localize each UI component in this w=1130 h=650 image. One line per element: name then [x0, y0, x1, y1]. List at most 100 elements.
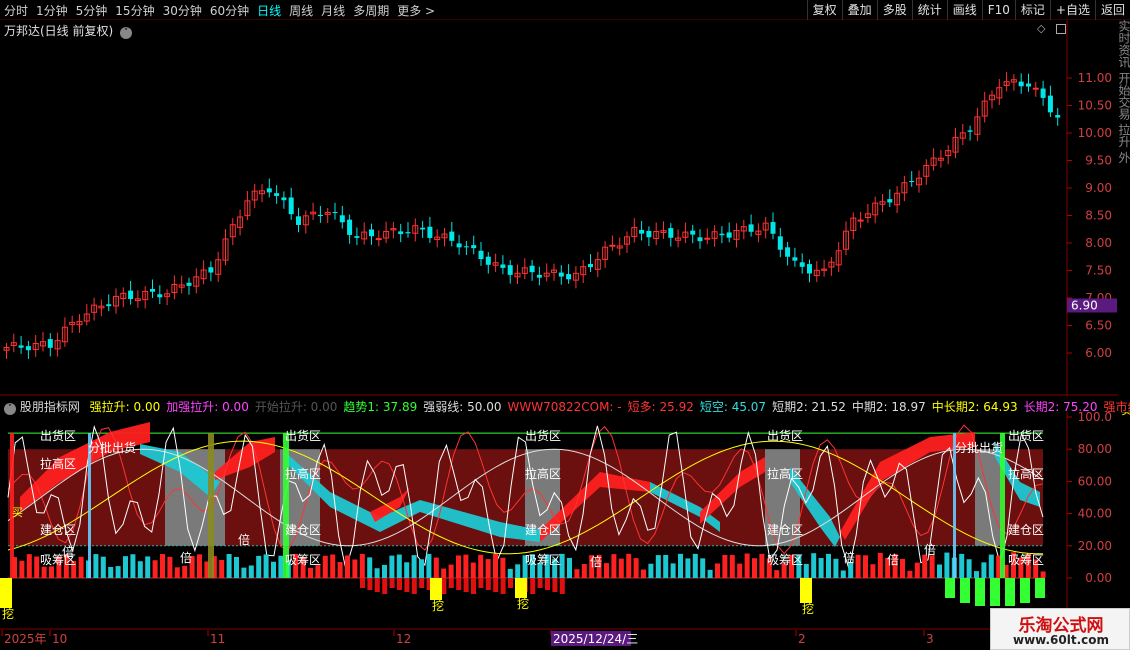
candle-body [792, 257, 798, 261]
dig-label: 挖 [432, 598, 444, 613]
ind-bar [700, 558, 706, 578]
tool-button-6[interactable]: 标记 [1014, 0, 1050, 20]
candle-body [799, 262, 805, 267]
ind-bar [93, 554, 99, 578]
ind-bar [744, 553, 750, 578]
zone-label-build: 建仓区 [285, 523, 321, 537]
time-axis-label: 3 [926, 632, 934, 646]
tool-button-1[interactable]: 叠加 [841, 0, 877, 20]
period-tab-0[interactable]: 分时 [4, 4, 28, 18]
ind-bar [611, 554, 617, 578]
tool-button-2[interactable]: 多股 [876, 0, 912, 20]
ind-bar [463, 554, 469, 578]
ind-bar [263, 554, 269, 578]
ind-bar [833, 558, 839, 578]
green-bar [1005, 578, 1015, 606]
period-tab-9[interactable]: 多周期 [353, 4, 389, 18]
candle-body [128, 290, 134, 300]
ind-bar [729, 555, 735, 578]
buy-label: 买 [12, 506, 23, 519]
bei-label: 倍 [843, 550, 855, 565]
ind-bar [123, 556, 128, 578]
price-chart[interactable]: 11.0010.5010.009.509.008.508.007.507.006… [0, 20, 1130, 396]
ind-axis-label: 60.00 [1078, 474, 1112, 488]
ind-bar [34, 556, 40, 578]
neg-bar [382, 578, 388, 594]
candle-body [566, 274, 572, 280]
period-tab-5[interactable]: 60分钟 [210, 4, 249, 18]
ind-bar [507, 568, 513, 578]
candle-body [1026, 83, 1031, 87]
ind-bar [419, 559, 424, 578]
time-axis-label: 2025年 [4, 632, 47, 646]
candle-body [529, 265, 535, 273]
period-tab-7[interactable]: 周线 [289, 4, 313, 18]
dig-bar [800, 578, 812, 603]
tool-button-8[interactable]: 返回 [1094, 0, 1130, 20]
neg-bar [419, 578, 425, 588]
dig-bar [0, 578, 12, 608]
period-tab-6[interactable]: 日线 [257, 4, 281, 18]
ind-bar [478, 554, 484, 578]
ind-bar [337, 562, 343, 578]
period-tab-10[interactable]: 更多 > [397, 4, 435, 18]
ind-bar [174, 567, 180, 578]
ind-bar [655, 555, 661, 578]
candle-body [887, 199, 893, 203]
candle-body [500, 264, 506, 268]
dig-bar [515, 578, 527, 598]
zone-label-out: 出货区 [1008, 428, 1044, 443]
ind-bar [774, 570, 780, 578]
green-bar [975, 578, 985, 606]
dig-label: 挖 [802, 601, 814, 616]
period-tab-3[interactable]: 15分钟 [115, 4, 154, 18]
candle-body [106, 304, 112, 307]
candle-body [25, 346, 31, 351]
bei-label: 倍 [238, 532, 250, 547]
candle-body [536, 274, 542, 278]
ind-bar [863, 555, 868, 578]
neg-bar [448, 578, 454, 588]
period-tab-1[interactable]: 1分钟 [36, 4, 68, 18]
right-side-strip: 实时资讯 开始交易 拉升 外 [1118, 20, 1130, 390]
tool-button-4[interactable]: 画线 [946, 0, 982, 20]
candle-body [478, 250, 484, 260]
candle-body [420, 227, 426, 230]
candle-body [471, 245, 477, 249]
top-toolbar: 分时 1分钟 5分钟 15分钟 30分钟 60分钟 日线 周线 月线 多周期 更多 > 复权 叠加 多股… [0, 0, 1130, 20]
neg-bar [485, 578, 491, 590]
period-tab-8[interactable]: 月线 [321, 4, 345, 18]
ind-bar [352, 559, 358, 578]
ind-bar [49, 566, 54, 578]
right-vertical-text: 实时资讯 开始交易 拉升 外 [1118, 20, 1130, 164]
period-tab-4[interactable]: 30分钟 [163, 4, 202, 18]
watermark-url: www.60lt.com [1012, 633, 1110, 647]
period-tab-2[interactable]: 5分钟 [76, 4, 108, 18]
candle-body [785, 247, 791, 257]
price-axis-label: 11.00 [1078, 71, 1112, 85]
price-axis-label: 9.50 [1085, 154, 1112, 168]
neg-bar [537, 578, 543, 588]
ind-bar [493, 553, 498, 578]
dig-label: 挖 [517, 596, 529, 611]
tool-button-0[interactable]: 复权 [806, 0, 842, 20]
ind-bar [515, 564, 521, 578]
neg-bar [456, 578, 462, 590]
ind-bar [900, 559, 905, 578]
ind-axis-label: 100.0 [1078, 412, 1112, 424]
ind-bar [78, 556, 84, 578]
ind-bar [470, 562, 476, 578]
candle-body [347, 219, 353, 235]
neg-bar [552, 578, 558, 592]
ind-bar [959, 553, 965, 578]
ind-bar [441, 568, 447, 578]
ind-bar [855, 554, 861, 578]
tool-button-7[interactable]: +自选 [1049, 0, 1095, 20]
candle-body [909, 181, 915, 183]
candle-body [1032, 87, 1039, 90]
ind-bar [322, 555, 328, 578]
ind-axis-label: 0.00 [1085, 571, 1112, 585]
tool-button-3[interactable]: 统计 [911, 0, 947, 20]
tool-button-5[interactable]: F10 [981, 0, 1015, 20]
indicator-chart[interactable]: 100.080.0060.0040.0020.000.00实挖挖挖挖出货区出货区… [0, 412, 1130, 630]
